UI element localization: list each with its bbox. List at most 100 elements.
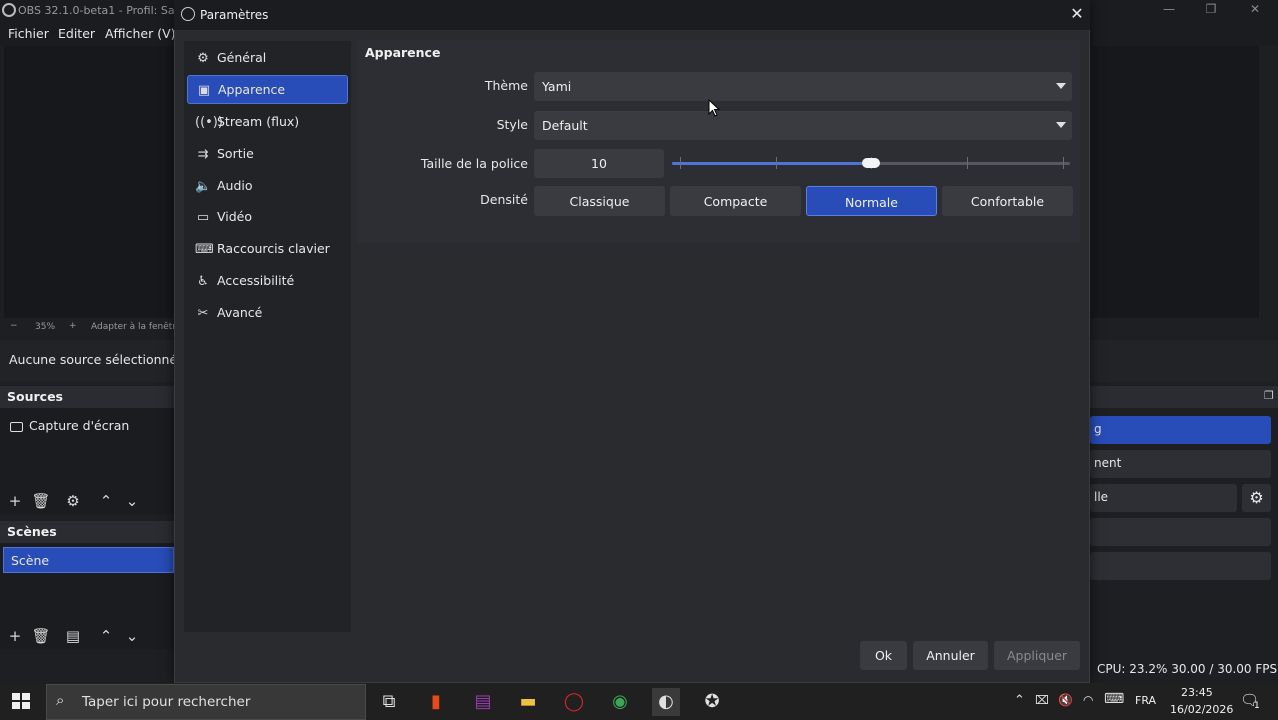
undock-icon[interactable]: ❐ [1264,389,1274,402]
zoom-in-icon[interactable]: + [69,321,77,331]
source-settings-icon[interactable]: ⚙ [62,490,84,512]
preview-area[interactable] [4,46,174,318]
delete-scene-icon[interactable]: 🗑 [30,625,52,647]
zoom-bar: − 35% + Adapter à la fenêtre [0,318,181,336]
keyboard-tray-icon[interactable]: ⌨ [1104,691,1124,707]
density-compacte-button[interactable]: Compacte [670,186,801,216]
fit-window-button[interactable]: Adapter à la fenêtre [91,322,181,332]
obs-window-title: OBS 32.1.0-beta1 - Profil: Sans [18,4,188,17]
density-label: Densité [480,192,528,207]
speaker-icon: 🔈 [195,179,212,194]
minimize-icon[interactable]: — [1146,2,1192,20]
scenes-list[interactable]: Scène [0,543,174,623]
chevron-down-icon [1056,122,1066,128]
clock-date[interactable]: 16/02/2026 [1170,703,1233,716]
network-off-icon[interactable]: ⌧ [1035,693,1049,707]
slider-tick [967,157,968,169]
taskbar-search-placeholder: Taper ici pour rechercher [82,694,251,710]
category-label: Stream (flux) [217,114,300,129]
category-sortie[interactable]: ⇉ Sortie [187,140,348,169]
density-confortable-button[interactable]: Confortable [942,186,1073,216]
opera-icon[interactable]: ◯ [560,688,588,716]
category-apparence[interactable]: ▣ Apparence [187,75,348,104]
control-button-2[interactable]: nent [1090,450,1271,478]
category-label: Général [217,50,267,65]
font-size-slider-handle[interactable] [862,158,880,168]
scene-item[interactable]: Scène [3,547,174,573]
office-icon[interactable]: ▮ [422,688,450,716]
cancel-button[interactable]: Annuler [913,641,988,670]
controls-header: ❐ [1090,386,1278,408]
source-item[interactable]: Capture d'écran [10,418,170,433]
chrome-icon[interactable]: ◉ [606,688,634,716]
search-icon: ⌕ [56,691,65,709]
category-label: Accessibilité [217,273,295,288]
category-hotkeys[interactable]: ⌨ Raccourcis clavier [187,235,348,264]
dialog-titlebar [174,0,1090,30]
density-classique-button[interactable]: Classique [534,186,665,216]
density-normale-button[interactable]: Normale [806,186,937,216]
control-button-5[interactable] [1090,552,1271,580]
window-close-icon[interactable]: ✕ [1232,2,1278,20]
category-label: Raccourcis clavier [217,241,330,256]
dialog-close-icon[interactable]: ✕ [1066,4,1088,26]
slider-tick [1063,157,1064,169]
windows-start-icon[interactable] [10,690,32,712]
task-view-icon[interactable]: ⧉ [375,688,403,716]
category-stream[interactable]: ((•))Stream (flux) [187,108,348,137]
preview-area-right[interactable] [1091,46,1259,318]
style-select[interactable]: Default [534,111,1072,140]
category-label: Sortie [217,146,254,161]
theme-select[interactable]: Yami [534,72,1072,101]
app-icon[interactable]: ✪ [698,688,726,716]
menu-afficher[interactable]: Afficher (V) [105,26,176,41]
category-label: Apparence [218,82,286,97]
apply-button[interactable]: Appliquer [994,641,1080,670]
category-accessibility[interactable]: ♿ Accessibilité [187,267,348,296]
input-language[interactable]: FRA [1135,694,1156,707]
virtual-cam-settings-icon[interactable]: ⚙ [1242,484,1271,512]
menu-editer[interactable]: Editer [58,26,95,41]
delete-source-icon[interactable]: 🗑 [30,490,52,512]
control-button-4[interactable] [1090,518,1271,546]
tools-icon: ✂ [197,306,209,321]
tray-chevron-icon[interactable]: ⌃ [1014,693,1025,708]
zoom-level: 35% [35,322,56,332]
sources-list[interactable]: Capture d'écran [0,408,174,488]
source-item-label: Capture d'écran [29,418,130,433]
slider-tick [680,157,681,169]
scene-up-icon[interactable]: ⌃ [95,625,117,647]
category-general[interactable]: ⚙ Général [187,44,348,73]
restore-icon[interactable]: ❐ [1188,2,1234,20]
menu-fichier[interactable]: Fichier [8,26,49,41]
file-explorer-icon[interactable]: ▬ [514,688,542,716]
category-audio[interactable]: 🔈 Audio [187,172,348,201]
category-video[interactable]: ▭ Vidéo [187,203,348,232]
slider-tick [776,157,777,169]
obs-taskbar-icon[interactable]: ◐ [652,688,680,716]
category-advanced[interactable]: ✂ Avancé [187,299,348,328]
zoom-out-icon[interactable]: − [10,321,18,331]
clock-time[interactable]: 23:45 [1181,686,1213,699]
notification-count: 1 [1254,701,1260,711]
obs-dialog-icon [181,7,195,21]
monitor-icon: ▭ [196,210,210,225]
font-size-spinbox[interactable]: 10 [534,149,664,178]
output-icon: ⇉ [197,147,209,162]
add-scene-icon[interactable]: + [4,625,26,647]
category-label: Vidéo [217,209,253,224]
ok-button[interactable]: Ok [860,641,907,670]
sources-toolbar: + 🗑 ⚙ ⌃ ⌄ [0,488,174,514]
control-button-3[interactable]: lle [1090,484,1237,512]
scene-down-icon[interactable]: ⌄ [121,625,143,647]
obs-logo-icon [2,3,16,17]
move-down-icon[interactable]: ⌄ [121,490,143,512]
add-source-icon[interactable]: + [4,490,26,512]
scene-filter-icon[interactable]: ▤ [62,625,84,647]
move-up-icon[interactable]: ⌃ [95,490,117,512]
appearance-icon: ▣ [197,83,211,98]
volume-mute-icon[interactable]: 🔇 [1058,693,1073,707]
wifi-icon[interactable]: ◠ [1083,693,1093,707]
control-button-1[interactable]: g [1090,416,1271,444]
winrar-icon[interactable]: ▤ [469,688,497,716]
